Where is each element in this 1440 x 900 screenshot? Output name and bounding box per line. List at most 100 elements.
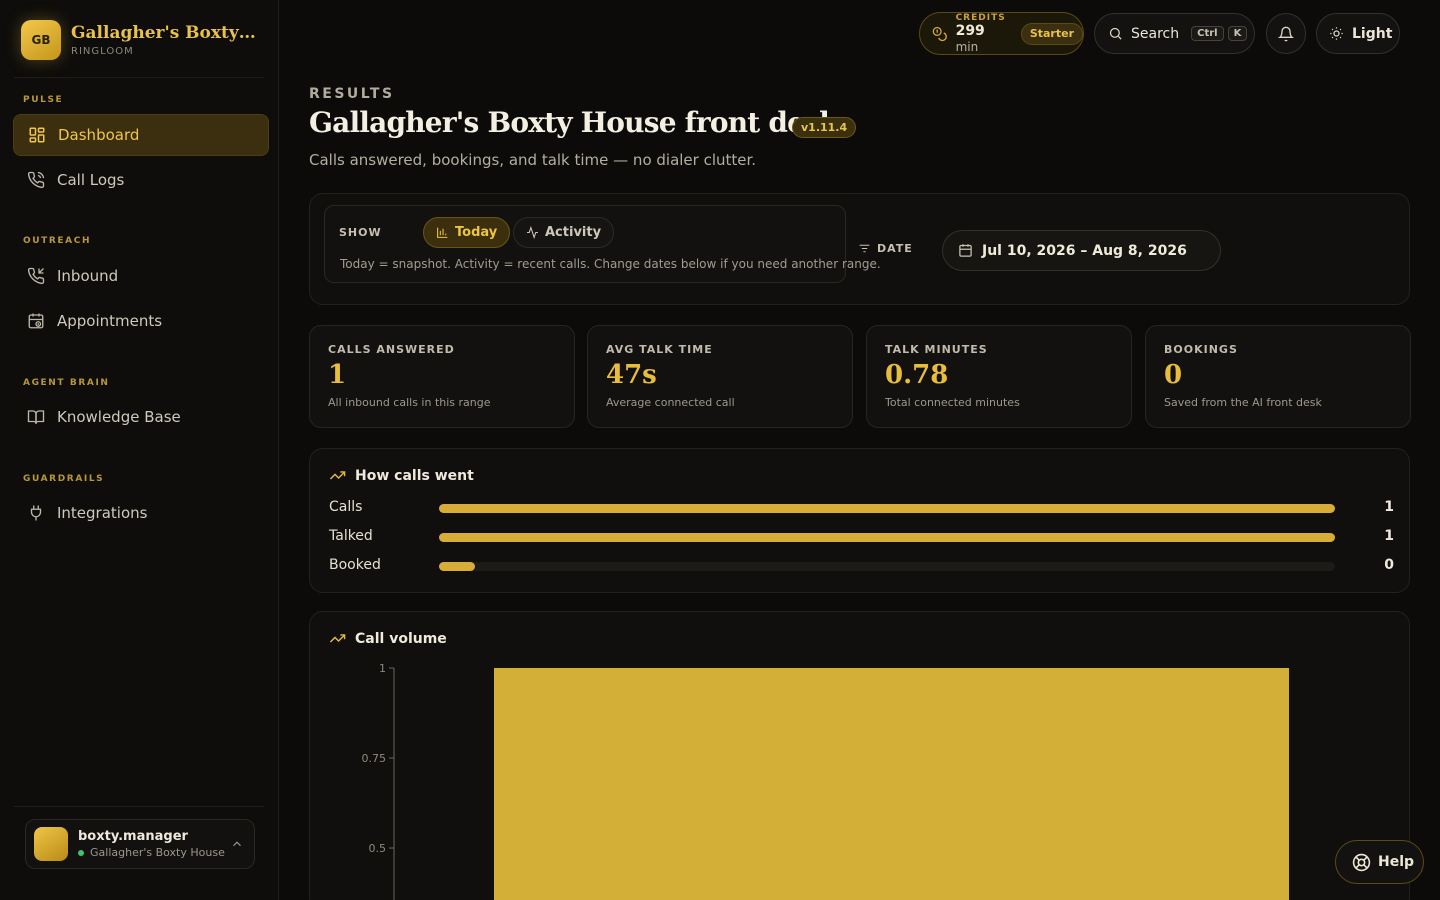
credits-pill[interactable]: CREDITS 299 min Starter — [919, 12, 1084, 55]
brand[interactable]: GB Gallagher's Boxty H... RINGLOOM — [21, 20, 261, 60]
lifebuoy-icon — [1352, 853, 1371, 871]
call-volume-chart: 1 0.75 0.5 — [362, 662, 1289, 900]
funnel-row-calls: Calls 1 — [329, 499, 1394, 519]
credits-value: 299 min — [956, 23, 1011, 55]
sidebar-item-label: Integrations — [57, 504, 148, 522]
sidebar-item-dashboard[interactable]: Dashboard — [13, 114, 269, 156]
bar-fill — [439, 562, 475, 571]
tab-activity-label: Activity — [545, 225, 602, 240]
kpi-label: AVG TALK TIME — [606, 343, 713, 356]
call-volume-card: Call volume 1 0.75 0.5 — [309, 611, 1410, 900]
kpi-card-avg-talk-time: AVG TALK TIME 47s Average connected call — [587, 325, 853, 428]
bar-chart-icon — [437, 227, 448, 238]
coins-icon — [932, 26, 947, 41]
card-title: How calls went — [329, 467, 474, 484]
page-subtitle: Calls answered, bookings, and talk time … — [309, 151, 757, 169]
notifications-button[interactable] — [1266, 13, 1306, 54]
dashboard-grid-icon — [28, 126, 46, 144]
kpi-value: 0 — [1164, 360, 1183, 390]
divider — [14, 77, 264, 78]
y-tick-label: 0.75 — [362, 752, 387, 765]
avatar — [34, 827, 68, 861]
tab-activity[interactable]: Activity — [513, 217, 615, 248]
date-range-value: Jul 10, 2026 – Aug 8, 2026 — [982, 242, 1187, 259]
filter-lines-icon — [859, 244, 870, 253]
theme-toggle-button[interactable]: Light — [1316, 13, 1400, 54]
tab-today[interactable]: Today — [423, 217, 511, 248]
theme-label: Light — [1352, 25, 1393, 42]
sidebar: GB Gallagher's Boxty H... RINGLOOM PULSE… — [0, 0, 279, 900]
sidebar-item-knowledge-base[interactable]: Knowledge Base — [13, 396, 269, 438]
kbd-k: K — [1227, 26, 1248, 41]
sidebar-item-inbound[interactable]: Inbound — [13, 255, 269, 297]
show-hint: Today = snapshot. Activity = recent call… — [340, 257, 881, 271]
plan-badge: Starter — [1020, 22, 1083, 45]
bell-icon — [1278, 26, 1294, 41]
user-org-name: Gallagher's Boxty House — [90, 846, 225, 859]
section-label-guardrails: GUARDRAILS — [23, 474, 105, 484]
kpi-card-bookings: BOOKINGS 0 Saved from the AI front desk — [1145, 325, 1411, 428]
kbd-ctrl: Ctrl — [1191, 26, 1224, 41]
user-menu[interactable]: boxty.manager Gallagher's Boxty House — [25, 819, 255, 869]
page-title: Gallagher's Boxty House front desk — [309, 106, 839, 139]
date-label-text: DATE — [877, 242, 913, 255]
kpi-desc: All inbound calls in this range — [328, 396, 491, 409]
help-label: Help — [1378, 854, 1415, 870]
help-button[interactable]: Help — [1335, 840, 1424, 884]
credits-number: 299 — [955, 22, 985, 39]
funnel-row-talked: Talked 1 — [329, 528, 1394, 548]
date-label: DATE — [858, 242, 913, 255]
show-label: SHOW — [339, 226, 382, 239]
brand-name: Gallagher's Boxty H... — [71, 23, 261, 43]
phone-incoming-icon — [27, 267, 45, 285]
date-range-picker[interactable]: Jul 10, 2026 – Aug 8, 2026 — [942, 230, 1221, 271]
kpi-desc: Saved from the AI front desk — [1164, 396, 1322, 409]
show-toggle-group: SHOW Today Activity Today = snapshot. Ac… — [324, 205, 881, 283]
section-label-outreach: OUTREACH — [23, 236, 92, 246]
bar-track — [439, 504, 1335, 513]
sun-icon — [1330, 27, 1343, 40]
sidebar-item-appointments[interactable]: Appointments — [13, 300, 269, 342]
kpi-desc: Average connected call — [606, 396, 735, 409]
sidebar-item-label: Inbound — [57, 267, 119, 285]
search-label: Search — [1131, 25, 1180, 42]
y-tick-label: 0.5 — [369, 842, 387, 855]
kpi-value: 1 — [328, 360, 347, 390]
sidebar-item-call-logs[interactable]: Call Logs — [13, 159, 269, 201]
kpi-label: TALK MINUTES — [885, 343, 988, 356]
divider — [14, 806, 264, 807]
kpi-label: BOOKINGS — [1164, 343, 1238, 356]
section-label-agent-brain: AGENT BRAIN — [23, 378, 110, 388]
sidebar-item-integrations[interactable]: Integrations — [13, 492, 269, 534]
brand-sub: RINGLOOM — [71, 46, 134, 57]
bar-fill — [439, 533, 1335, 542]
version-badge: v1.11.4 — [792, 117, 857, 138]
page-eyebrow: RESULTS — [309, 86, 395, 102]
user-name: boxty.manager — [78, 829, 188, 844]
funnel-row-booked: Booked 0 — [329, 557, 1394, 577]
sidebar-item-label: Appointments — [57, 312, 163, 330]
kpi-value: 47s — [606, 360, 657, 390]
funnel-title: How calls went — [355, 467, 474, 484]
phone-icon — [27, 171, 45, 189]
sidebar-item-label: Dashboard — [58, 126, 140, 144]
calendar-icon — [959, 244, 972, 257]
kpi-card-talk-minutes: TALK MINUTES 0.78 Total connected minute… — [866, 325, 1132, 428]
volume-bar — [494, 668, 1289, 900]
bar-track — [439, 533, 1335, 542]
plug-icon — [27, 504, 45, 522]
search-icon — [1109, 27, 1122, 40]
chevron-up-icon — [233, 841, 241, 847]
calendar-clock-icon — [27, 312, 45, 330]
funnel-value: 1 — [1384, 528, 1394, 544]
search-button[interactable]: Search Ctrl K — [1094, 13, 1255, 54]
y-tick-label: 1 — [379, 662, 386, 675]
funnel-value: 1 — [1384, 499, 1394, 515]
kpi-value: 0.78 — [885, 360, 949, 390]
funnel-label: Calls — [329, 499, 363, 515]
funnel-label: Talked — [329, 528, 373, 544]
credits-label: CREDITS — [955, 12, 1006, 23]
bar-track — [439, 562, 1335, 571]
kpi-label: CALLS ANSWERED — [328, 343, 455, 356]
section-label-pulse: PULSE — [23, 95, 64, 105]
